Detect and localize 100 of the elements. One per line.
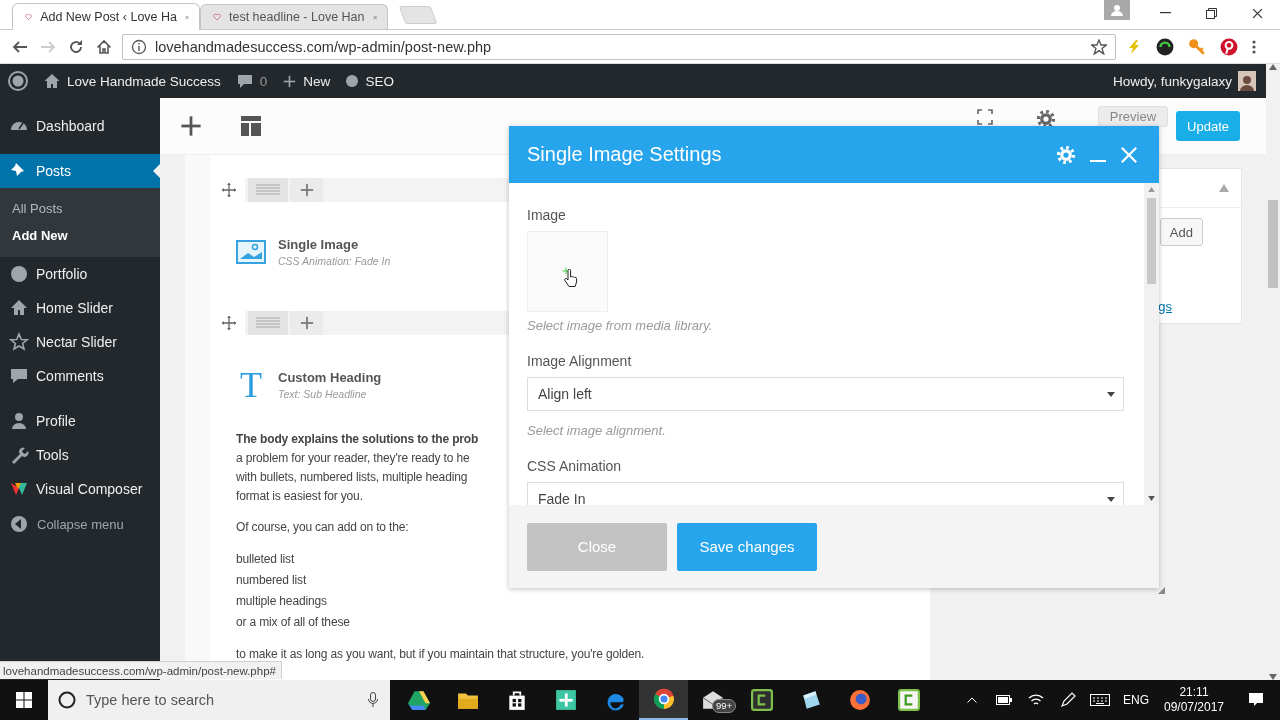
plus-app-icon: [554, 689, 577, 711]
field-label: CSS Animation: [527, 458, 623, 474]
language-indicator[interactable]: ENG: [1116, 693, 1156, 707]
submenu-item[interactable]: All Posts: [0, 195, 160, 222]
body-text: The body explains the solutions to the prob: [236, 431, 479, 448]
list-item: bulleted list: [236, 551, 295, 568]
account-greeting[interactable]: Howdy, funkygalaxy: [1112, 73, 1232, 89]
caret-icon: [1107, 496, 1115, 502]
speech-bubble-icon: [9, 366, 29, 386]
text-link[interactable]: gs: [1158, 299, 1172, 314]
logo-icon[interactable]: [8, 71, 28, 91]
back-icon[interactable]: [12, 38, 28, 55]
caret-up-icon[interactable]: [967, 697, 977, 703]
minimize-icon: [1159, 12, 1171, 14]
field-label: Image Alignment: [527, 353, 633, 369]
person-icon: [1111, 4, 1123, 16]
menu-item[interactable]: Comments: [0, 359, 160, 393]
body-text: to make it as long as you want, but if you maintain that structure, you're golden.: [236, 646, 645, 663]
clock-time[interactable]: 21:11: [1156, 685, 1232, 700]
move-icon[interactable]: [221, 183, 236, 197]
microphone-icon: [368, 692, 378, 708]
fullscreen-icon[interactable]: [976, 109, 993, 125]
element-title: Custom Heading: [278, 370, 382, 385]
collapse-menu-button[interactable]: Collapse menu: [0, 507, 160, 541]
scroll-down-icon[interactable]: [1148, 496, 1155, 501]
person-icon: [9, 411, 29, 431]
menu-item[interactable]: Portfolio: [0, 257, 160, 291]
caret-icon: [1107, 391, 1115, 397]
info-icon[interactable]: [131, 38, 147, 55]
wifi-icon[interactable]: [1028, 693, 1044, 707]
clock-date[interactable]: 09/07/2017: [1156, 700, 1232, 715]
lines-icon: [256, 184, 280, 196]
home-icon[interactable]: [96, 38, 112, 55]
app-icon: [848, 689, 871, 711]
search-field[interactable]: Type here to search: [48, 680, 390, 720]
plus-icon: [283, 74, 297, 88]
submenu-item[interactable]: Add New: [0, 222, 160, 249]
list-item: numbered list: [236, 572, 307, 589]
close-icon: [1251, 7, 1263, 19]
menu-item[interactable]: Dashboard: [0, 109, 160, 143]
notification-badge: 99+: [712, 699, 737, 713]
taskbar-app-button[interactable]: 99+: [688, 680, 737, 720]
menu-item[interactable]: Home Slider: [0, 291, 160, 325]
menu-item[interactable]: Nectar Slider: [0, 325, 160, 359]
pen-icon[interactable]: [1060, 692, 1076, 708]
keyboard-icon[interactable]: [1090, 694, 1110, 706]
element-title: Single Image: [278, 237, 360, 252]
address-field[interactable]: lovehandmadesuccess.com/wp-admin/post-new.php: [122, 33, 1116, 60]
menu-item[interactable]: Tools: [0, 438, 160, 472]
layout-icon[interactable]: [240, 115, 262, 137]
settings-icon[interactable]: [1035, 109, 1056, 129]
reload-icon[interactable]: [68, 38, 84, 55]
field-hint: Select image from media library.: [527, 318, 714, 333]
field-hint: Select image alignment.: [527, 423, 667, 438]
circle-icon[interactable]: [1156, 37, 1174, 56]
close-icon[interactable]: [1120, 145, 1138, 164]
menu-item[interactable]: Profile: [0, 404, 160, 438]
site-name-link[interactable]: Love Handmade Success: [67, 73, 221, 89]
menu-item[interactable]: Posts: [0, 154, 160, 188]
taskbar-app-button[interactable]: [639, 680, 688, 720]
battery-icon[interactable]: [996, 695, 1012, 705]
scrollbar-thumb[interactable]: [1268, 200, 1278, 288]
person-icon: [1240, 75, 1254, 91]
star-icon: [9, 332, 29, 352]
start-icon[interactable]: [16, 692, 32, 708]
browser-tab[interactable]: Add New Post ‹ Love Ha: [12, 3, 200, 30]
browser-tab[interactable]: test headline - Love Han: [200, 4, 388, 29]
body-text: format is easiest for you.: [236, 488, 363, 505]
comment-count[interactable]: 0: [259, 73, 268, 89]
add-button[interactable]: [290, 311, 323, 335]
menu-item[interactable]: Visual Composer: [0, 472, 160, 506]
new-link[interactable]: New: [303, 73, 331, 89]
circle-icon: [346, 75, 359, 87]
app-icon: [897, 689, 920, 711]
heading-icon: T: [236, 370, 266, 400]
menu-icon[interactable]: [1252, 38, 1256, 55]
element-subtitle: CSS Animation: Fade In: [278, 255, 391, 267]
dialog-title: Single Image Settings: [527, 143, 723, 166]
avatar[interactable]: [1238, 71, 1256, 91]
notification-icon[interactable]: [1248, 692, 1264, 708]
app-icon: [407, 689, 430, 711]
list-item: multiple headings: [236, 593, 327, 610]
select-field[interactable]: Align left: [527, 377, 1124, 411]
app-icon: [750, 689, 773, 711]
seo-link[interactable]: SEO: [365, 73, 394, 89]
collapse-icon: [9, 514, 29, 534]
resize-handle-icon[interactable]: [1158, 587, 1165, 594]
field-label: Image: [527, 207, 567, 223]
status-url: lovehandmadesuccess.com/wp-admin/post-new.php#: [3, 664, 276, 677]
add-button[interactable]: [290, 178, 323, 202]
scrollbar-thumb[interactable]: [1147, 198, 1156, 284]
body-text: a problem for your reader, they're ready to he: [236, 450, 470, 467]
body-text: Of course, you can add on to the:: [236, 519, 409, 536]
list-item: or a mix of all of these: [236, 614, 350, 631]
move-icon[interactable]: [221, 316, 236, 330]
pin-icon[interactable]: [1220, 37, 1238, 56]
star-icon[interactable]: [1091, 38, 1107, 55]
add-element-icon[interactable]: [180, 115, 202, 137]
circle-icon: [58, 691, 76, 709]
add-button[interactable]: Add: [1159, 218, 1203, 246]
